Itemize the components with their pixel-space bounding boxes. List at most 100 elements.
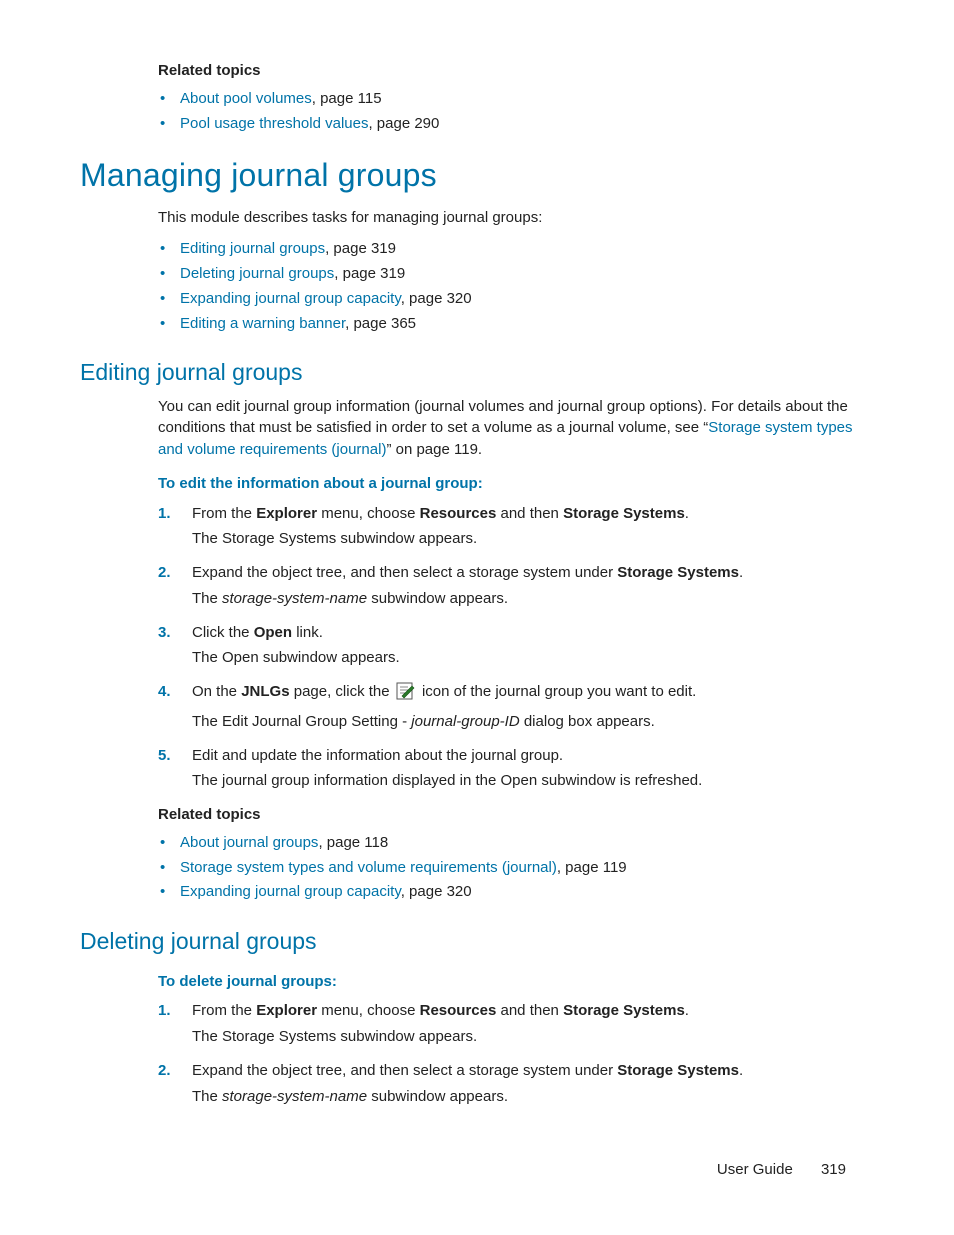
step-sub: The Storage Systems subwindow appears. [192,1026,874,1048]
text: On the [192,683,241,700]
text-bold: Resources [420,505,497,522]
list-item: Deleting journal groups, page 319 [158,263,874,285]
deleting-section: To delete journal groups: From the Explo… [158,971,874,1108]
list-item: Editing journal groups, page 319 [158,238,874,260]
link-expanding-capacity[interactable]: Expanding journal group capacity [180,290,401,307]
step-sub: The Open subwindow appears. [192,647,874,669]
delete-steps: From the Explorer menu, choose Resources… [158,1000,874,1107]
step-sub: The journal group information displayed … [192,770,874,792]
text: , page 115 [312,90,382,107]
heading-deleting-journal-groups: Deleting journal groups [80,925,874,958]
list-item: Pool usage threshold values, page 290 [158,113,874,135]
step: From the Explorer menu, choose Resources… [158,503,874,551]
text: From the [192,505,256,522]
text-bold: Explorer [256,505,317,522]
link-editing-journal-groups[interactable]: Editing journal groups [180,240,325,257]
text: menu, choose [317,1002,420,1019]
heading-managing-journal-groups: Managing journal groups [80,152,874,198]
list-item: Storage system types and volume requirem… [158,857,874,879]
step-body: Click the Open link. [192,622,874,644]
step-body: From the Explorer menu, choose Resources… [192,1000,874,1022]
procedure-title-edit: To edit the information about a journal … [158,473,874,495]
text: ” on page 119. [386,441,482,458]
related-topics-list: About journal groups, page 118 Storage s… [158,832,874,903]
text: , page 365 [345,315,416,332]
step: Expand the object tree, and then select … [158,562,874,610]
edit-icon [396,682,416,707]
text-bold: Storage Systems [563,505,685,522]
list-item: Expanding journal group capacity, page 3… [158,288,874,310]
step-body: Edit and update the information about th… [192,745,874,767]
text: , page 319 [334,265,405,282]
text: icon of the journal group you want to ed… [418,683,697,700]
list-item: Editing a warning banner, page 365 [158,313,874,335]
text: subwindow appears. [367,1088,508,1105]
text: . [739,1062,743,1079]
link-deleting-journal-groups[interactable]: Deleting journal groups [180,265,334,282]
step: From the Explorer menu, choose Resources… [158,1000,874,1048]
text: , page 119 [557,859,627,876]
step-body: On the JNLGs page, click the icon of the… [192,681,874,707]
editing-section: You can edit journal group information (… [158,396,874,904]
text-bold: Explorer [256,1002,317,1019]
related-topics-top: Related topics About pool volumes, page … [158,60,874,134]
editing-para: You can edit journal group information (… [158,396,874,461]
text: Expand the object tree, and then select … [192,1062,617,1079]
step: Click the Open link. The Open subwindow … [158,622,874,670]
text: , page 320 [401,290,472,307]
text: . [685,1002,689,1019]
text: Click the [192,624,254,641]
intro-links: Editing journal groups, page 319 Deletin… [158,238,874,334]
related-topics-heading: Related topics [158,60,874,82]
text-italic: storage-system-name [222,590,367,607]
step-sub: The storage-system-name subwindow appear… [192,1086,874,1108]
edit-steps: From the Explorer menu, choose Resources… [158,503,874,793]
text-italic: storage-system-name [222,1088,367,1105]
text: subwindow appears. [367,590,508,607]
list-item: Expanding journal group capacity, page 3… [158,881,874,903]
intro-text: This module describes tasks for managing… [158,207,874,229]
step: Edit and update the information about th… [158,745,874,793]
link-expanding-capacity[interactable]: Expanding journal group capacity [180,883,401,900]
footer-label: User Guide [717,1161,793,1178]
text-bold: Storage Systems [617,1062,739,1079]
intro-block: This module describes tasks for managing… [158,207,874,335]
text-bold: Storage Systems [563,1002,685,1019]
step: On the JNLGs page, click the icon of the… [158,681,874,733]
step-sub: The storage-system-name subwindow appear… [192,588,874,610]
text-italic: journal-group-ID [411,713,519,730]
text: dialog box appears. [520,713,655,730]
page-footer: User Guide 319 [717,1159,846,1181]
text: page, click the [290,683,394,700]
page: Related topics About pool volumes, page … [0,0,954,1235]
text: and then [496,505,563,522]
step-sub: The Edit Journal Group Setting - journal… [192,711,874,733]
link-about-pool-volumes[interactable]: About pool volumes [180,90,312,107]
step-body: From the Explorer menu, choose Resources… [192,503,874,525]
text: From the [192,1002,256,1019]
step-body: Expand the object tree, and then select … [192,562,874,584]
text: The [192,590,222,607]
text: . [685,505,689,522]
text: , page 319 [325,240,396,257]
link-storage-system-types[interactable]: Storage system types and volume requirem… [180,859,557,876]
link-pool-usage-threshold[interactable]: Pool usage threshold values [180,115,368,132]
text: , page 118 [318,834,388,851]
text: Expand the object tree, and then select … [192,564,617,581]
text: , page 290 [368,115,439,132]
text: link. [292,624,323,641]
text-bold: Resources [420,1002,497,1019]
procedure-title-delete: To delete journal groups: [158,971,874,993]
link-about-journal-groups[interactable]: About journal groups [180,834,318,851]
text: menu, choose [317,505,420,522]
step-body: Expand the object tree, and then select … [192,1060,874,1082]
text: , page 320 [401,883,472,900]
text: The [192,1088,222,1105]
text: The Edit Journal Group Setting - [192,713,411,730]
text-bold: Storage Systems [617,564,739,581]
list-item: About journal groups, page 118 [158,832,874,854]
step: Expand the object tree, and then select … [158,1060,874,1108]
page-number: 319 [821,1161,846,1178]
link-warning-banner[interactable]: Editing a warning banner [180,315,345,332]
related-topics-list: About pool volumes, page 115 Pool usage … [158,88,874,135]
